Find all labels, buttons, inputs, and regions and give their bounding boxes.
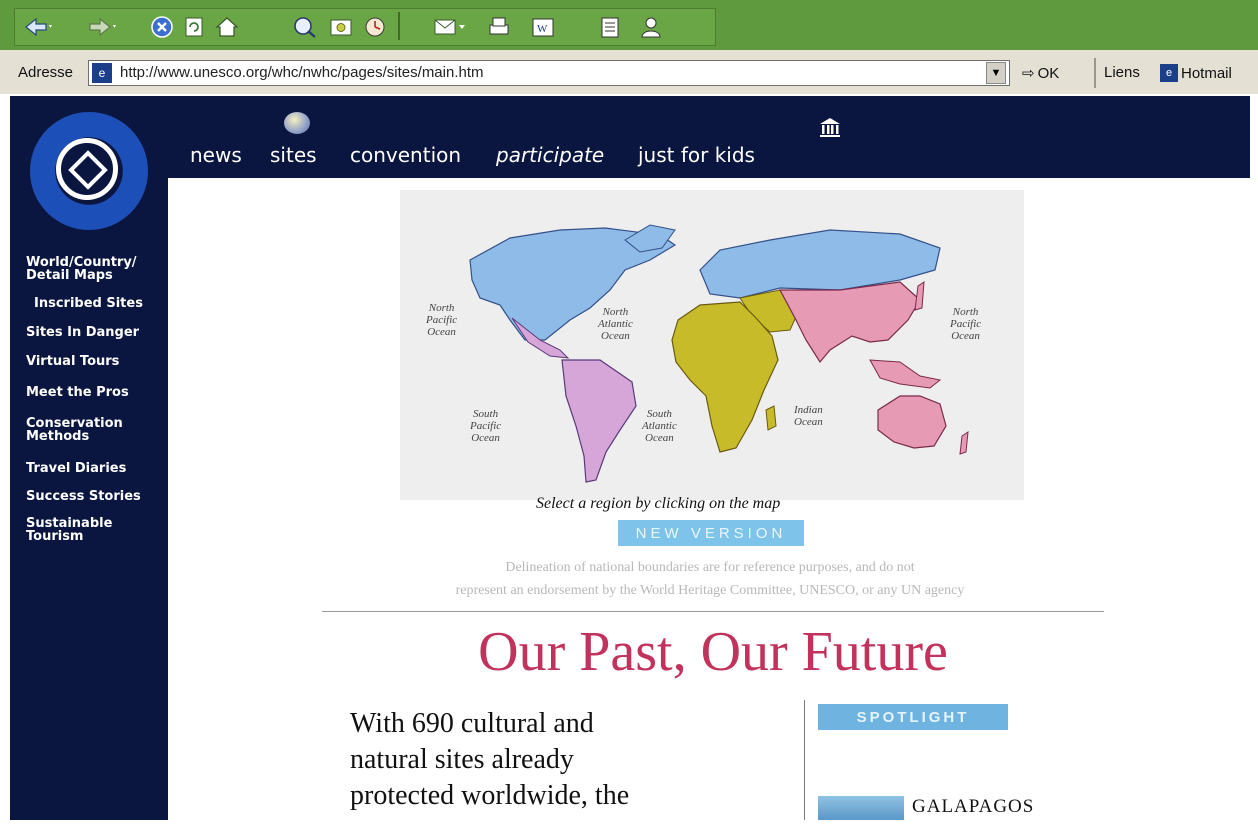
disclaimer-line: represent an endorsement by the World He… [455, 583, 965, 598]
region-madagascar[interactable] [765, 405, 777, 431]
world-map[interactable] [400, 190, 1024, 500]
intro-paragraph: With 690 cultural and natural sites alre… [350, 706, 770, 814]
region-south-america[interactable] [561, 359, 637, 483]
favorites-icon[interactable] [328, 14, 354, 40]
toolbar-separator [398, 12, 400, 40]
map-caption: Select a region by clicking on the map [536, 495, 781, 512]
intro-line: With 690 cultural and [350, 708, 594, 739]
url-text[interactable]: http://www.unesco.org/whc/nwhc/pages/sit… [120, 64, 484, 81]
ocean-label-south-atlantic: South Atlantic Ocean [642, 408, 677, 444]
unesco-temple-icon[interactable] [818, 116, 842, 138]
disclaimer-line: Delineation of national boundaries are f… [505, 560, 915, 575]
sidebar-item-label: Travel Diaries [26, 461, 127, 476]
sidebar-item-label: Detail Maps [26, 268, 113, 283]
forward-icon[interactable] [88, 14, 118, 40]
sidebar-item-label: Virtual Tours [26, 354, 120, 369]
links-label[interactable]: Liens [1104, 64, 1140, 81]
region-new-zealand[interactable] [959, 430, 969, 455]
spotlight-badge: SPOTLIGHT [818, 704, 1008, 730]
go-button[interactable]: ⇨ OK [1022, 62, 1059, 84]
new-version-button[interactable]: NEW VERSION [618, 520, 804, 546]
region-australia[interactable] [877, 395, 947, 449]
sidebar-item-sites-in-danger[interactable]: Sites In Danger [26, 326, 139, 339]
go-arrow-icon: ⇨ [1022, 65, 1035, 82]
hotmail-label: Hotmail [1181, 64, 1232, 82]
history-icon[interactable] [362, 14, 388, 40]
discuss-icon[interactable] [598, 14, 624, 40]
spotlight-item-galapagos[interactable]: GALAPAGOS [912, 796, 1034, 818]
sidebar-item-sustainable-tourism[interactable]: Sustainable Tourism [26, 517, 112, 543]
intro-line: protected worldwide, the [350, 780, 630, 811]
ie-icon: e [1160, 64, 1178, 82]
back-icon[interactable] [24, 14, 54, 40]
sidebar-item-world-country-maps[interactable]: World/Country/ Detail Maps [26, 256, 137, 282]
sidebar-item-label: Tourism [26, 529, 84, 544]
nav-participate[interactable]: participate [496, 143, 604, 167]
map-disclaimer: Delineation of national boundaries are f… [320, 556, 1100, 602]
sidebar-item-virtual-tours[interactable]: Virtual Tours [26, 355, 119, 368]
print-icon[interactable] [486, 14, 512, 40]
home-icon[interactable] [214, 14, 240, 40]
refresh-icon[interactable] [182, 14, 206, 40]
hotmail-link[interactable]: e Hotmail [1160, 62, 1232, 84]
intro-line: natural sites already [350, 744, 574, 775]
region-southeast-asia[interactable] [869, 359, 942, 389]
globe-icon [284, 112, 310, 134]
region-africa[interactable] [671, 301, 779, 453]
go-label: OK [1037, 64, 1060, 82]
nav-news[interactable]: news [190, 143, 242, 167]
nav-sites[interactable]: sites [270, 143, 317, 167]
nav-convention[interactable]: convention [350, 143, 461, 167]
sidebar-item-label: Success Stories [26, 489, 141, 504]
column-divider [804, 700, 805, 820]
address-label: Adresse [18, 64, 74, 81]
edit-icon[interactable]: W [530, 14, 556, 40]
svg-text:W: W [537, 23, 548, 35]
galapagos-thumbnail[interactable] [818, 796, 904, 820]
divider [322, 611, 1104, 612]
page-icon: e [92, 63, 112, 83]
ocean-label-north-pacific-east: North Pacific Ocean [950, 306, 982, 342]
nav-just-for-kids[interactable]: just for kids [638, 143, 755, 167]
ocean-label-north-pacific-west: North Pacific Ocean [426, 302, 458, 338]
sidebar-item-conservation-methods[interactable]: Conservation Methods [26, 417, 123, 443]
ocean-label-north-atlantic: North Atlantic Ocean [598, 306, 633, 342]
sidebar-item-meet-the-pros[interactable]: Meet the Pros [26, 386, 129, 399]
sidebar-item-label: Methods [26, 429, 90, 444]
search-icon[interactable] [292, 14, 318, 40]
sidebar-item-inscribed-sites[interactable]: Inscribed Sites [34, 297, 143, 310]
stop-icon[interactable] [150, 14, 174, 40]
browser-chrome: W Adresse e http://www.unesco.org/whc/nw… [0, 0, 1258, 94]
messenger-icon[interactable] [638, 14, 664, 40]
mail-icon[interactable] [432, 14, 468, 40]
ocean-label-south-pacific: South Pacific Ocean [470, 408, 502, 444]
region-japan[interactable] [914, 281, 925, 311]
sidebar-item-success-stories[interactable]: Success Stories [26, 490, 141, 503]
ocean-label-indian: Indian Ocean [794, 404, 823, 428]
address-dropdown-button[interactable]: ▼ [986, 62, 1006, 84]
sidebar-item-label: Meet the Pros [26, 385, 129, 400]
sidebar-item-travel-diaries[interactable]: Travel Diaries [26, 462, 126, 475]
world-heritage-logo[interactable] [30, 112, 148, 230]
sidebar-item-label: Inscribed Sites [34, 296, 143, 311]
links-separator [1094, 58, 1096, 88]
region-asia[interactable] [779, 281, 921, 364]
sidebar-item-label: Sites In Danger [26, 325, 140, 340]
page-headline: Our Past, Our Future [478, 621, 948, 683]
